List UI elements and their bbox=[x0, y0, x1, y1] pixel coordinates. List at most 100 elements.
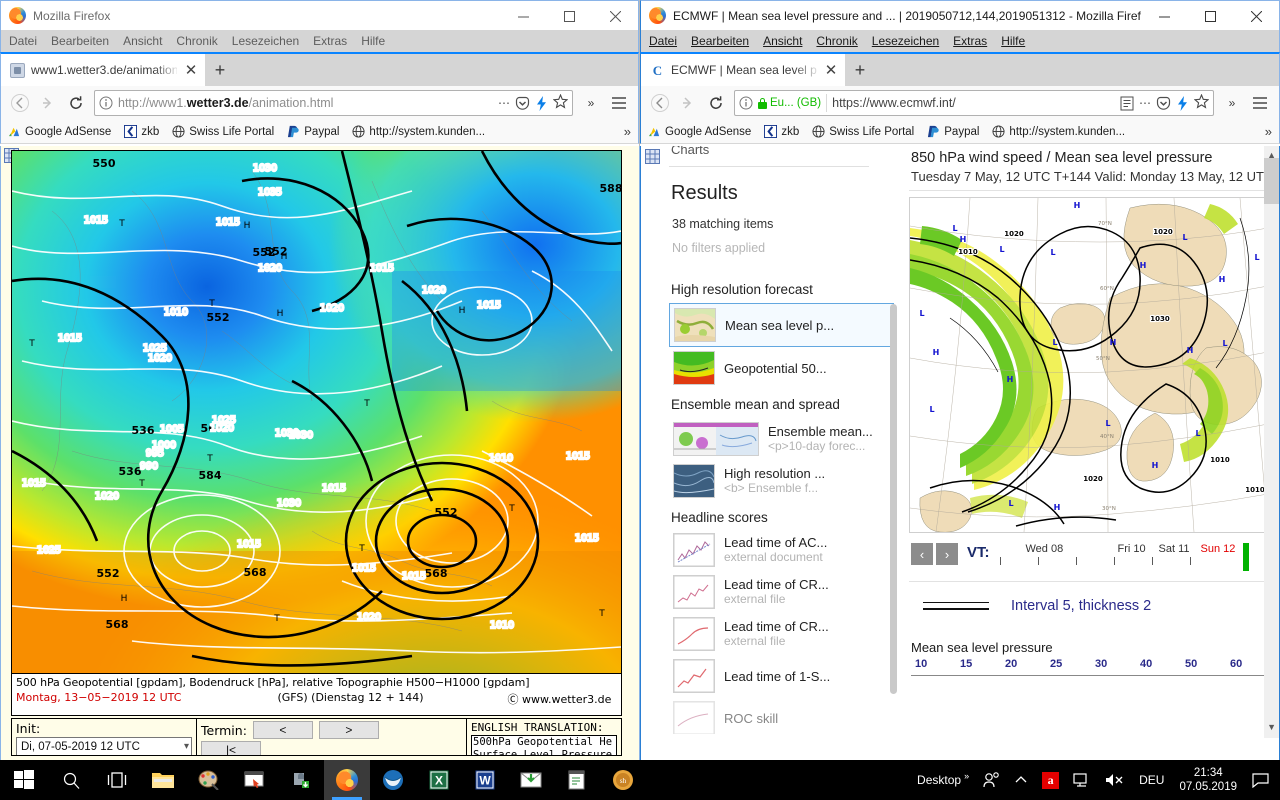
word-icon[interactable]: W bbox=[462, 760, 508, 800]
minimize-button-right[interactable] bbox=[1141, 1, 1187, 31]
vt-prev-button[interactable]: ‹ bbox=[911, 543, 933, 565]
vscroll-up-arrow-icon[interactable]: ▲ bbox=[1267, 150, 1276, 160]
valid-time-navigation[interactable]: ‹ › VT: Wed 08 Fri 10 Sat 11 Sun 12 bbox=[911, 543, 1269, 577]
termin-prev-button[interactable]: < bbox=[252, 721, 313, 739]
bookmark-zkb[interactable]: zkb bbox=[124, 125, 159, 138]
ecmwf-vertical-scrollbar[interactable] bbox=[1264, 146, 1279, 738]
menu-chronik[interactable]: Chronik bbox=[176, 34, 217, 48]
bookmarks-bar-right[interactable]: Google AdSense zkb Swiss Life Portal Pay… bbox=[640, 120, 1280, 144]
pocket-icon[interactable] bbox=[515, 96, 530, 111]
info-icon[interactable] bbox=[99, 96, 113, 110]
bookmarks-bar-left[interactable]: Google AdSense zkb Swiss Life Portal Pay… bbox=[0, 120, 639, 144]
result-item-roc-skill[interactable]: ROC skill bbox=[669, 697, 894, 734]
shop-icon[interactable]: sh bbox=[600, 760, 646, 800]
ecmwf-chart-map[interactable]: 70°N 60°N 50°N 40°N 30°N 1020 1010 1020 … bbox=[909, 197, 1269, 533]
tab-wetter3[interactable]: www1.wetter3.de/animation.ht ✕ bbox=[1, 54, 205, 86]
identity-chip[interactable]: Eu... (GB) bbox=[758, 94, 828, 112]
url-bar[interactable]: http://www1.wetter3.de/animation.html ⋯ bbox=[94, 90, 573, 116]
reader-view-icon[interactable] bbox=[1120, 96, 1134, 111]
tabstrip-left[interactable]: www1.wetter3.de/animation.ht ✕ + bbox=[0, 52, 639, 86]
security-icon[interactable] bbox=[278, 760, 324, 800]
firefox-icon[interactable] bbox=[324, 760, 370, 800]
bookmark-star-icon[interactable] bbox=[1193, 93, 1210, 112]
page-actions-icon[interactable]: ⋯ bbox=[1139, 96, 1151, 110]
url-bar[interactable]: Eu... (GB) https://www.ecmwf.int/ ⋯ bbox=[734, 90, 1214, 116]
overflow-menu-button[interactable]: » bbox=[578, 90, 604, 116]
back-button[interactable] bbox=[7, 90, 33, 116]
notepad-icon[interactable] bbox=[554, 760, 600, 800]
maximize-button-right[interactable] bbox=[1187, 1, 1233, 31]
bookmark-google-adsense[interactable]: Google AdSense bbox=[648, 125, 751, 138]
ecmwf-vscroll-thumb[interactable] bbox=[1264, 158, 1279, 204]
vt-next-button[interactable]: › bbox=[936, 543, 958, 565]
back-button[interactable] bbox=[647, 90, 673, 116]
volume-muted-icon[interactable] bbox=[1098, 760, 1132, 800]
pocket-icon[interactable] bbox=[1156, 96, 1171, 111]
tab-close-icon[interactable]: ✕ bbox=[823, 63, 839, 78]
menu-lesezeichen[interactable]: Lesezeichen bbox=[232, 34, 299, 48]
init-select[interactable]: Di, 07-05-2019 12 UTC ▾ bbox=[16, 737, 192, 755]
menu-hilfe[interactable]: Hilfe bbox=[1001, 34, 1025, 48]
bookmark-star-icon[interactable] bbox=[552, 93, 569, 112]
menubar-left[interactable]: Datei Bearbeiten Ansicht Chronik Lesezei… bbox=[0, 30, 639, 52]
bookmarks-overflow-button[interactable]: » bbox=[624, 124, 631, 139]
vscroll-down-arrow-icon[interactable]: ▼ bbox=[1267, 722, 1276, 732]
network-icon[interactable] bbox=[1066, 760, 1098, 800]
bookmarks-overflow-button[interactable]: » bbox=[1265, 124, 1272, 139]
show-hidden-icons-icon[interactable] bbox=[1007, 760, 1035, 800]
thunderbird-icon[interactable] bbox=[370, 760, 416, 800]
results-scroll-thumb[interactable] bbox=[890, 304, 897, 694]
menu-bearbeiten[interactable]: Bearbeiten bbox=[691, 34, 749, 48]
menu-extras[interactable]: Extras bbox=[953, 34, 987, 48]
termin-first-button[interactable]: |< bbox=[201, 741, 261, 755]
vt-current-marker[interactable] bbox=[1242, 543, 1249, 571]
navbar-left[interactable]: http://www1.wetter3.de/animation.html ⋯ … bbox=[0, 86, 639, 120]
menu-datei[interactable]: Datei bbox=[9, 34, 37, 48]
wetter3-controls[interactable]: Init: Di, 07-05-2019 12 UTC ▾ Gebiet: Eu… bbox=[11, 718, 622, 756]
bookmark-swiss-life-portal[interactable]: Swiss Life Portal bbox=[172, 125, 274, 138]
hamburger-menu-button[interactable] bbox=[606, 90, 632, 116]
bookmark-swiss-life-portal[interactable]: Swiss Life Portal bbox=[812, 125, 914, 138]
menu-hilfe[interactable]: Hilfe bbox=[361, 34, 385, 48]
overflow-menu-button[interactable]: » bbox=[1219, 90, 1245, 116]
menu-datei[interactable]: Datei bbox=[649, 34, 677, 48]
excel-icon[interactable]: X bbox=[416, 760, 462, 800]
new-tab-button[interactable]: + bbox=[205, 54, 235, 86]
page-actions-icon[interactable]: ⋯ bbox=[498, 96, 510, 110]
system-tray[interactable]: Desktop » a DEU 21:34 07.05.2019 bbox=[911, 760, 1280, 800]
snipping-tool-icon[interactable] bbox=[232, 760, 278, 800]
tab-ecmwf[interactable]: C ECMWF | Mean sea level pressu ✕ bbox=[641, 54, 845, 86]
results-list[interactable]: High resolution forecast Mean sea level … bbox=[669, 282, 894, 734]
close-button-left[interactable] bbox=[592, 1, 638, 31]
menu-bearbeiten[interactable]: Bearbeiten bbox=[51, 34, 109, 48]
result-item-lead-time-cr-1[interactable]: Lead time of CR... external file bbox=[669, 571, 894, 613]
result-item-mean-sea-level-pressure[interactable]: Mean sea level p... bbox=[669, 303, 894, 347]
new-tab-button[interactable]: + bbox=[845, 54, 875, 86]
tabstrip-right[interactable]: C ECMWF | Mean sea level pressu ✕ + bbox=[640, 52, 1280, 86]
menu-ansicht[interactable]: Ansicht bbox=[123, 34, 162, 48]
url-text[interactable]: http://www1.wetter3.de/animation.html bbox=[118, 96, 493, 110]
vt-timeline[interactable]: Wed 08 Fri 10 Sat 11 Sun 12 bbox=[994, 543, 1270, 573]
reload-button[interactable] bbox=[703, 90, 729, 116]
bookmark-system-kunden[interactable]: http://system.kunden... bbox=[352, 125, 485, 138]
result-item-geopotential-500[interactable]: Geopotential 50... bbox=[669, 347, 894, 389]
result-item-ensemble-mean[interactable]: Ensemble mean... <p>10-day forec... bbox=[669, 418, 894, 460]
bookmark-paypal[interactable]: Paypal bbox=[287, 125, 339, 138]
info-icon[interactable] bbox=[739, 96, 753, 110]
reader-lightning-icon[interactable] bbox=[535, 95, 548, 111]
task-view-icon[interactable] bbox=[94, 760, 140, 800]
minimize-button-left[interactable] bbox=[500, 1, 546, 31]
results-list-scrollbar[interactable] bbox=[890, 304, 897, 734]
hamburger-menu-button[interactable] bbox=[1247, 90, 1273, 116]
close-button-right[interactable] bbox=[1233, 1, 1279, 31]
menu-chronik[interactable]: Chronik bbox=[816, 34, 857, 48]
bookmark-paypal[interactable]: Paypal bbox=[927, 125, 979, 138]
file-explorer-icon[interactable] bbox=[140, 760, 186, 800]
result-item-lead-time-ac[interactable]: Lead time of AC... external document bbox=[669, 529, 894, 571]
download-mail-icon[interactable] bbox=[508, 760, 554, 800]
tab-close-icon[interactable]: ✕ bbox=[183, 63, 199, 78]
bookmark-system-kunden[interactable]: http://system.kunden... bbox=[992, 125, 1125, 138]
windows-taskbar[interactable]: X W sh Desktop » a DEU 21:34 07.05.2019 bbox=[0, 760, 1280, 800]
reload-button[interactable] bbox=[63, 90, 89, 116]
wetter3-weather-map[interactable]: 550 552 536 552 552 584 552 536 568 552 … bbox=[11, 150, 622, 674]
